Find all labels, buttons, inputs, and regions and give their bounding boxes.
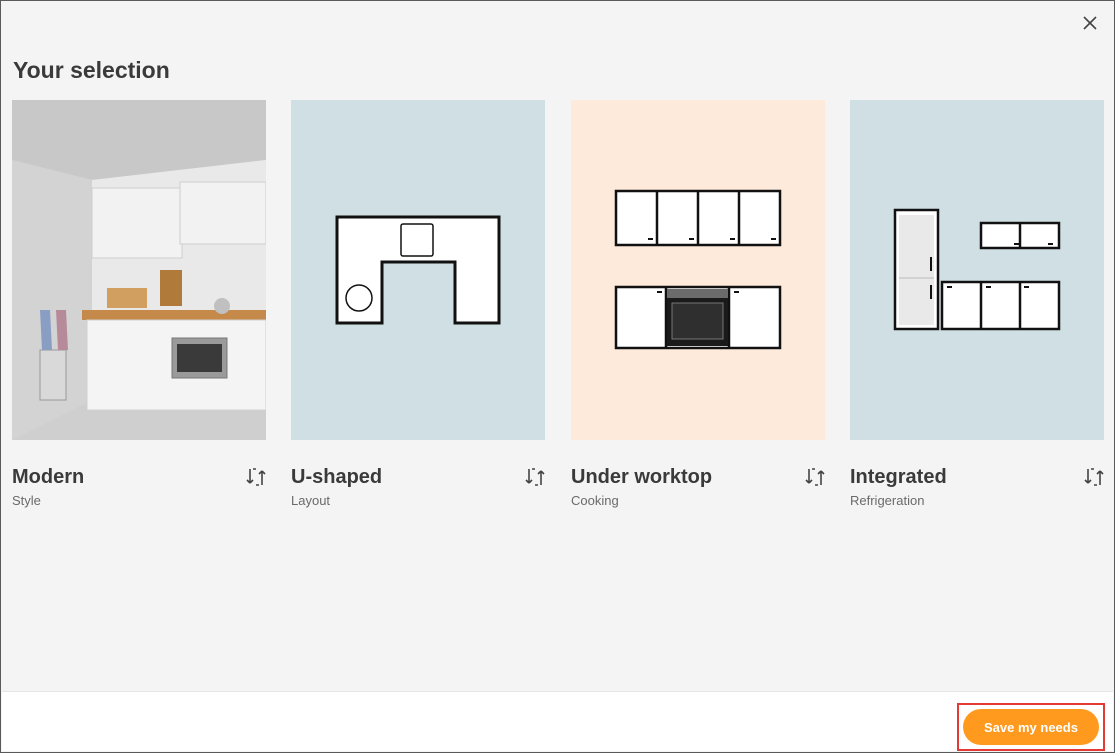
- close-button[interactable]: [1078, 11, 1102, 35]
- swap-icon: [525, 468, 545, 486]
- layout-image: [291, 100, 545, 440]
- card-title: Integrated: [850, 466, 947, 488]
- page-title: Your selection: [13, 57, 170, 83]
- card-title: U-shaped: [291, 466, 383, 488]
- card-title: Modern: [12, 466, 85, 488]
- swap-button[interactable]: [525, 466, 545, 488]
- card-cooking[interactable]: Under worktop Cooking: [571, 100, 825, 508]
- card-layout[interactable]: U-shaped Layout: [291, 100, 545, 508]
- swap-button[interactable]: [805, 466, 825, 488]
- selection-dialog: Your selection Modern Style U-shaped Lay…: [0, 0, 1115, 753]
- style-image: [12, 100, 266, 440]
- refrigeration-image: [850, 100, 1104, 440]
- card-style[interactable]: Modern Style: [12, 100, 266, 508]
- swap-icon: [805, 468, 825, 486]
- card-subtitle: Style: [12, 493, 41, 508]
- save-button-highlight: Save my needs: [957, 703, 1105, 751]
- card-subtitle: Cooking: [571, 493, 619, 508]
- card-subtitle: Refrigeration: [850, 493, 925, 508]
- swap-icon: [1084, 468, 1104, 486]
- card-subtitle: Layout: [291, 493, 331, 508]
- close-icon: [1083, 16, 1097, 30]
- card-title: Under worktop: [571, 466, 713, 488]
- card-refrigeration[interactable]: Integrated Refrigeration: [850, 100, 1104, 508]
- swap-button[interactable]: [246, 466, 266, 488]
- swap-button[interactable]: [1084, 466, 1104, 488]
- cooking-image: [571, 100, 825, 440]
- dialog-footer: Save my needs: [2, 691, 1113, 751]
- save-my-needs-button[interactable]: Save my needs: [963, 709, 1099, 745]
- swap-icon: [246, 468, 266, 486]
